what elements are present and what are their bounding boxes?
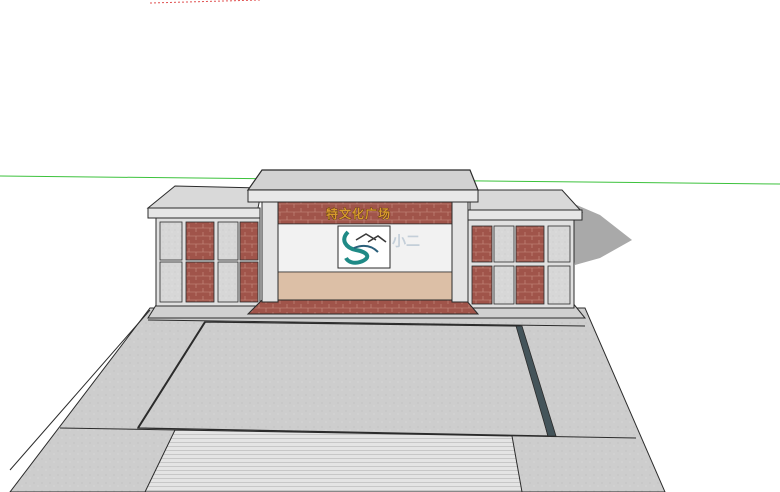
left-brick-panel-3	[239, 221, 259, 261]
left-wing-cornice	[147, 207, 261, 219]
right-brick-panel-2	[471, 265, 493, 305]
left-brick-panel-1	[185, 221, 215, 261]
gate-sign-text: 特文化广场	[326, 206, 391, 221]
red-axis-line	[149, 0, 261, 4]
right-wing-roof	[469, 189, 584, 213]
poster-watermark: 小二	[392, 234, 420, 250]
sketchup-viewport[interactable]: 特文化广场 小二	[0, 0, 780, 492]
model-scene[interactable]: 特文化广场 小二	[0, 0, 780, 492]
left-wing-roof	[146, 185, 263, 209]
right-wing-cornice	[467, 209, 583, 221]
right-stone-panel-1	[493, 225, 515, 263]
gate-pillar-left	[261, 201, 279, 303]
right-stone-panel-3	[547, 225, 571, 263]
left-stone-panel-3	[217, 221, 239, 261]
plaza-inner-slab	[136, 321, 549, 437]
gate-roof	[246, 169, 479, 191]
entrance-steps	[144, 429, 523, 492]
left-stone-panel-2	[159, 261, 183, 303]
right-stone-panel-2	[493, 265, 515, 305]
left-brick-panel-4	[239, 261, 259, 303]
gate-cornice	[247, 189, 479, 203]
left-brick-panel-2	[185, 261, 215, 303]
left-stone-panel-1	[159, 221, 183, 261]
gate-pillar-right	[451, 201, 469, 303]
gate-interior-floor	[261, 271, 467, 305]
gate-floor-brick-edge	[246, 299, 480, 315]
right-brick-panel-3	[515, 225, 545, 263]
right-brick-panel-4	[515, 265, 545, 305]
left-stone-panel-4	[217, 261, 239, 303]
right-stone-panel-4	[547, 265, 571, 305]
right-brick-panel-1	[471, 225, 493, 263]
